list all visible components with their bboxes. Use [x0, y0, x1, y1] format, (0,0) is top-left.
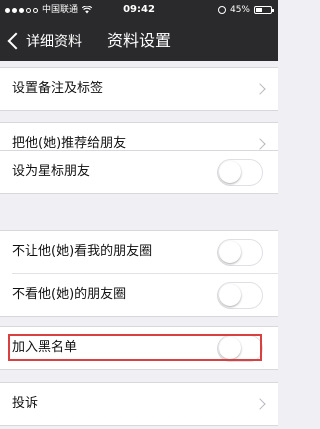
report-label: 投诉: [12, 396, 39, 411]
page-title: 资料设置: [106, 31, 171, 50]
hide-my-moments-label: 不让他(她)看我的朋友圈: [12, 244, 153, 259]
rotation-lock-icon: [217, 6, 226, 14]
toggle-knob: [219, 284, 241, 306]
chevron-right-icon: [254, 138, 266, 150]
header: 中国联通 09:42 45% 详细资料 资料设置: [0, 0, 278, 61]
status-right: 45%: [217, 0, 274, 20]
remark-label: 设置备注及标签: [12, 81, 104, 96]
toggle-knob: [219, 241, 241, 263]
remark-row[interactable]: 设置备注及标签: [0, 67, 278, 111]
star-friend-row: 设为星标朋友: [0, 150, 278, 194]
star-friend-toggle[interactable]: [217, 159, 263, 186]
nav-bar: 详细资料 资料设置: [0, 20, 278, 61]
hide-their-moments-toggle[interactable]: [217, 282, 263, 309]
moments-group: 不让他(她)看我的朋友圈 不看他(她)的朋友圈: [0, 230, 278, 317]
star-friend-label: 设为星标朋友: [12, 164, 91, 179]
hide-my-moments-toggle[interactable]: [217, 239, 263, 266]
hide-their-moments-label: 不看他(她)的朋友圈: [12, 287, 127, 302]
highlight-box: [8, 334, 262, 361]
battery-icon: [254, 6, 274, 14]
chevron-right-icon: [254, 398, 266, 410]
battery-percent: 45%: [229, 5, 250, 15]
status-bar: 中国联通 09:42 45%: [0, 0, 278, 20]
battery-fill: [256, 8, 262, 12]
chevron-right-icon: [254, 83, 266, 95]
report-row[interactable]: 投诉: [0, 382, 278, 426]
toggle-knob: [219, 161, 241, 183]
